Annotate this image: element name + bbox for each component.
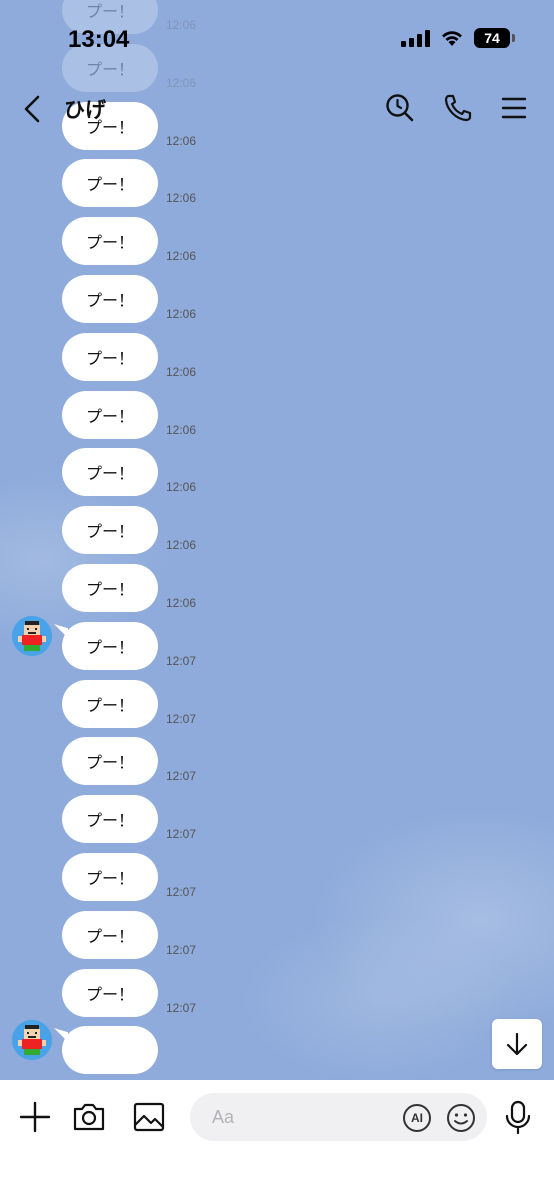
message-row: プー！ 12:07 [62,853,196,901]
status-time: 13:04 [68,26,130,53]
sender-avatar[interactable] [12,1020,52,1060]
emoji-icon[interactable] [446,1103,476,1133]
message-list[interactable]: プー！ 12:06 プー！ 12:06 プー！ 12:06 プー！ 12:06 プー！ 12:06… [0,0,554,1080]
message-input[interactable] [190,1093,487,1141]
battery-level: 74 [484,30,500,46]
status-indicators: 74 [401,28,515,48]
message-time: 12:07 [166,1001,197,1015]
message-bubble[interactable]: プー！ [62,622,158,670]
message-time: 12:06 [166,480,197,494]
message-bubble[interactable]: プー！ [62,217,158,265]
message-time: 12:06 [166,596,197,610]
message-bubble[interactable]: プー！ [62,795,158,843]
message-time: 12:06 [166,423,197,437]
message-row: プー！ 12:07 [54,622,197,670]
message-time: 12:06 [166,18,197,32]
ai-assist-button[interactable]: AI [403,1104,431,1132]
cellular-signal-icon [401,29,430,47]
message-bubble[interactable]: プー！ [62,159,158,207]
message-row: プー！ 12:07 [62,795,196,843]
search-clock-icon[interactable] [384,92,416,124]
message-time: 12:06 [166,307,197,321]
wifi-icon [442,31,462,46]
message-row: プー！ 12:06 [62,275,196,323]
message-time: 12:07 [166,827,197,841]
message-time: 12:06 [166,134,197,148]
message-time: 12:07 [166,712,197,726]
message-time: 12:07 [166,943,197,957]
message-bubble[interactable]: プー！ [62,275,158,323]
message-bubble[interactable]: プー！ [62,969,158,1017]
message-time: 12:06 [166,538,197,552]
message-bubble[interactable]: プー！ [62,391,158,439]
message-bubble[interactable]: プー！ [62,680,158,728]
message-time: 12:07 [166,769,197,783]
plus-icon[interactable] [17,1099,53,1135]
message-row: プー！ 12:06 [62,159,196,207]
message-row: プー！ 12:07 [62,911,196,959]
message-row: プー！ 12:07 [62,969,196,1017]
message-bubble[interactable]: プー！ [62,506,158,554]
message-row: プー！ 12:06 [62,217,196,265]
message-time: 12:07 [166,654,197,668]
message-time: 12:06 [166,365,197,379]
message-row: プー！ 12:06 [62,564,196,612]
message-time: 12:07 [166,885,197,899]
message-bubble[interactable]: プー！ [62,333,158,381]
chevron-left-icon[interactable] [18,92,48,126]
phone-icon[interactable] [442,92,474,124]
menu-icon[interactable] [498,92,530,124]
message-row: プー！ 12:07 [62,737,196,785]
message-row: プー！ 12:07 [62,680,196,728]
message-bubble[interactable]: プー！ [62,853,158,901]
message-row [54,1026,166,1074]
microphone-icon[interactable] [500,1099,536,1135]
message-row: プー！ 12:06 [62,448,196,496]
arrow-down-icon [506,1032,528,1056]
ai-label: AI [411,1111,423,1125]
camera-icon[interactable] [71,1099,107,1135]
image-icon[interactable] [131,1099,167,1135]
message-time: 12:06 [166,249,197,263]
chat-header: ひげ [0,84,554,132]
message-time: 12:06 [166,191,197,205]
message-bubble[interactable]: プー！ [62,737,158,785]
message-row: プー！ 12:06 [62,391,196,439]
message-bubble[interactable]: プー！ [62,564,158,612]
scroll-to-bottom-button[interactable] [492,1019,542,1069]
battery-icon: 74 [474,28,515,48]
chat-title: ひげ [64,98,106,122]
message-row: プー！ 12:06 [62,333,196,381]
message-bubble[interactable]: プー！ [62,448,158,496]
sender-avatar[interactable] [12,616,52,656]
message-bubble[interactable]: プー！ [62,911,158,959]
message-bubble[interactable] [62,1026,158,1074]
message-row: プー！ 12:06 [62,506,196,554]
composer-bar: AI [0,1080,554,1200]
